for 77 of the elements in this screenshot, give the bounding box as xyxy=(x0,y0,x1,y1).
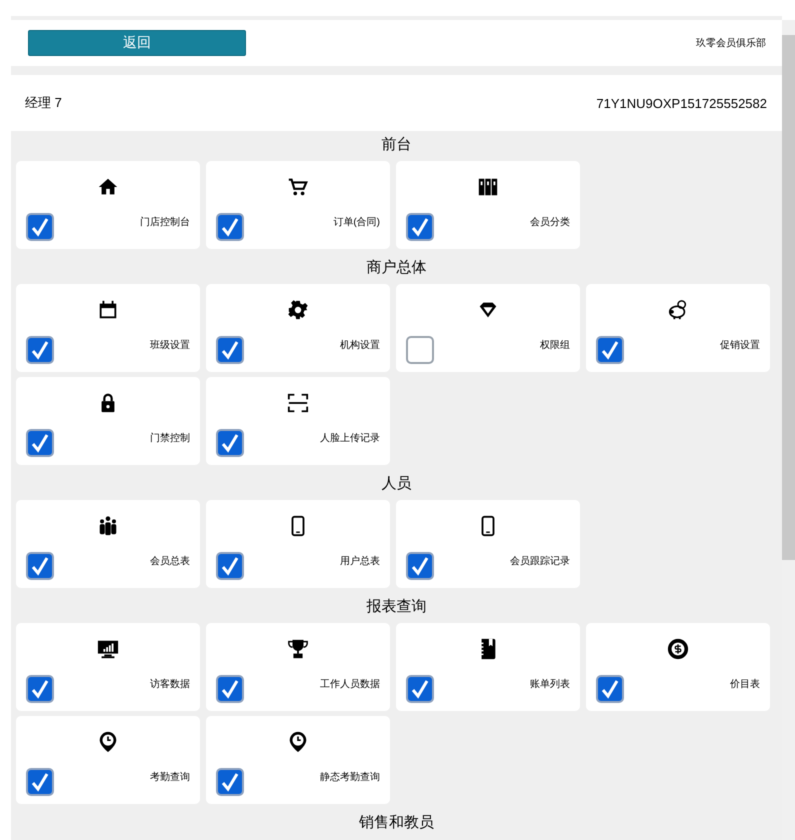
monitor-chart-icon xyxy=(97,638,119,660)
section-title: 商户总体 xyxy=(366,258,428,278)
permission-label: 机构设置 xyxy=(340,338,380,352)
permission-label: 访客数据 xyxy=(150,678,190,691)
section-title: 报表查询 xyxy=(366,597,428,617)
permission-card[interactable]: 工作人员数据 xyxy=(206,623,390,711)
checkbox[interactable] xyxy=(216,336,244,364)
people-icon xyxy=(97,515,119,537)
permission-card[interactable]: 会员分类 xyxy=(396,161,580,249)
calendar-icon xyxy=(97,299,119,321)
permission-label: 会员跟踪记录 xyxy=(510,554,570,568)
binders-icon xyxy=(477,176,499,198)
permission-label: 促销设置 xyxy=(720,338,760,352)
gear-icon xyxy=(287,299,309,321)
user-name: 经理 7 xyxy=(25,94,62,112)
permission-label: 人脸上传记录 xyxy=(320,432,380,445)
permission-card[interactable]: 权限组 xyxy=(396,284,580,372)
user-code: 71Y1NU9OXP151725552582 xyxy=(596,96,767,110)
permission-card[interactable]: 考勤查询 xyxy=(16,716,200,804)
permission-label: 权限组 xyxy=(540,338,570,352)
scrollbar-thumb[interactable] xyxy=(782,35,795,560)
checkbox[interactable] xyxy=(406,552,434,580)
trophy-icon xyxy=(287,638,309,660)
permission-card[interactable]: 订单(合同) xyxy=(206,161,390,249)
cart-icon xyxy=(287,176,309,198)
permission-card[interactable]: 会员总表 xyxy=(16,500,200,588)
permission-card[interactable]: 人脸上传记录 xyxy=(206,377,390,465)
permission-label: 账单列表 xyxy=(530,678,570,691)
checkbox[interactable] xyxy=(26,213,54,241)
permission-label: 价目表 xyxy=(730,678,760,691)
scrollbar[interactable] xyxy=(782,20,795,840)
permission-card[interactable]: 访客数据 xyxy=(16,623,200,711)
checkbox[interactable] xyxy=(596,336,624,364)
section-title: 人员 xyxy=(380,474,412,494)
permission-label: 考勤查询 xyxy=(150,770,190,784)
section-title: 销售和教员 xyxy=(358,813,435,833)
checkbox[interactable] xyxy=(216,429,244,457)
permission-card[interactable]: 会员跟踪记录 xyxy=(396,500,580,588)
permission-label: 门禁控制 xyxy=(150,432,190,445)
permission-card[interactable]: 班级设置 xyxy=(16,284,200,372)
permission-card[interactable]: 价目表 xyxy=(586,623,770,711)
checkbox[interactable] xyxy=(26,429,54,457)
checkbox[interactable] xyxy=(26,675,54,703)
checkbox[interactable] xyxy=(216,768,244,796)
permission-label: 会员分类 xyxy=(530,216,570,229)
scan-frame-icon xyxy=(287,392,309,414)
permission-label: 用户总表 xyxy=(340,554,380,568)
permission-label: 会员总表 xyxy=(150,554,190,568)
permission-label: 工作人员数据 xyxy=(320,678,380,691)
back-button[interactable]: 返回 xyxy=(28,30,246,56)
permission-card[interactable]: 用户总表 xyxy=(206,500,390,588)
permission-card[interactable]: 门禁控制 xyxy=(16,377,200,465)
permission-card[interactable]: 机构设置 xyxy=(206,284,390,372)
checkbox[interactable] xyxy=(26,768,54,796)
permission-label: 订单(合同) xyxy=(333,216,380,229)
permission-label: 门店控制台 xyxy=(140,216,190,229)
checkbox[interactable] xyxy=(596,675,624,703)
permission-card[interactable]: 静态考勤查询 xyxy=(206,716,390,804)
checkbox[interactable] xyxy=(216,675,244,703)
permission-label: 静态考勤查询 xyxy=(320,770,380,784)
piggy-bank-icon xyxy=(667,299,689,321)
permission-label: 班级设置 xyxy=(150,338,190,352)
permission-card[interactable]: 账单列表 xyxy=(396,623,580,711)
checkbox[interactable] xyxy=(26,336,54,364)
club-name: 玖零会员俱乐部 xyxy=(696,36,766,50)
checkbox[interactable] xyxy=(406,675,434,703)
checkbox[interactable] xyxy=(406,213,434,241)
checkbox[interactable] xyxy=(26,552,54,580)
dollar-circle-icon xyxy=(667,638,689,660)
checkbox[interactable] xyxy=(216,213,244,241)
permission-card[interactable]: 促销设置 xyxy=(586,284,770,372)
checkbox[interactable] xyxy=(216,552,244,580)
clock-pin-icon xyxy=(287,731,309,753)
section-title: 前台 xyxy=(380,135,412,155)
permission-card[interactable]: 门店控制台 xyxy=(16,161,200,249)
clock-pin-icon xyxy=(97,731,119,753)
checkbox[interactable] xyxy=(406,336,434,364)
